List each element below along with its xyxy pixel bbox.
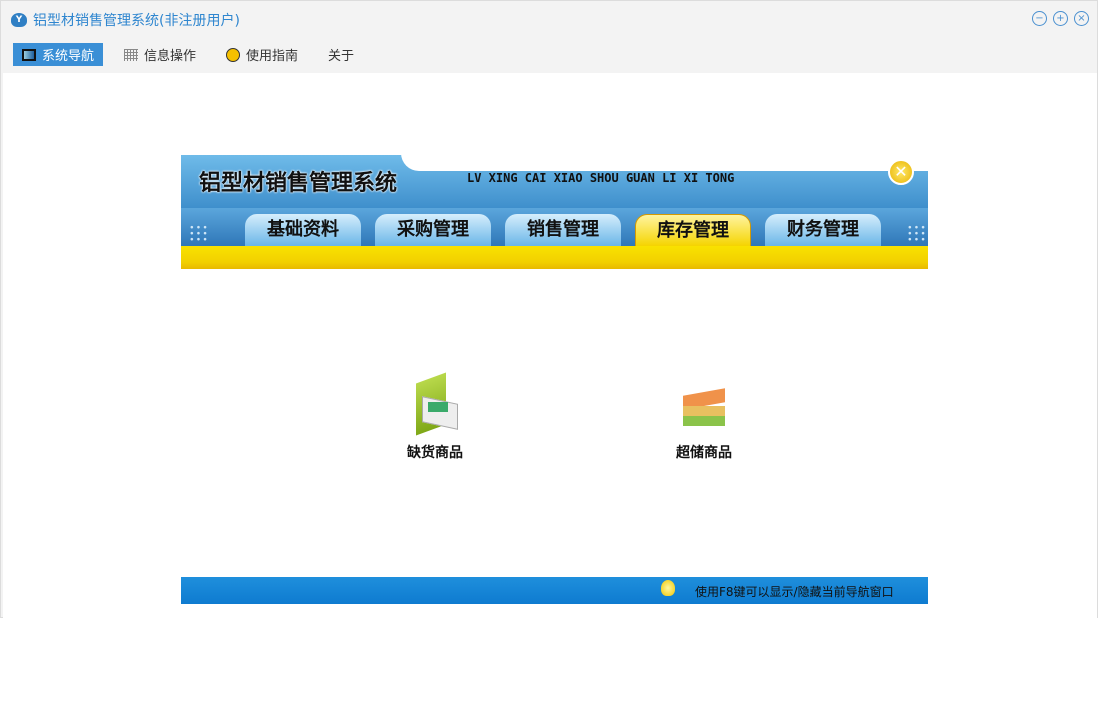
monitor-icon — [22, 48, 36, 61]
banner-title: 铝型材销售管理系统 — [199, 171, 398, 196]
app-window: Y 铝型材销售管理系统(非注册用户) − + × 系统导航 信息操作 使用指南 … — [0, 0, 1098, 618]
help-icon — [226, 47, 241, 62]
f8-tip: 使用F8键可以显示/隐藏当前导航窗口 — [695, 585, 894, 599]
maximize-button[interactable]: + — [1053, 11, 1068, 26]
nav-tabs: 基础资料 采购管理 销售管理 库存管理 财务管理 — [181, 208, 928, 246]
overstock-goods-icon — [679, 386, 729, 434]
tab-finance[interactable]: 财务管理 — [765, 214, 881, 246]
title-bar: Y 铝型材销售管理系统(非注册用户) — [11, 10, 240, 30]
minimize-button[interactable]: − — [1032, 11, 1047, 26]
close-button[interactable]: × — [1074, 11, 1089, 26]
tab-purchase[interactable]: 采购管理 — [375, 214, 491, 246]
banner-close-button[interactable]: ✕ — [888, 159, 914, 185]
menu-system-nav[interactable]: 系统导航 — [13, 43, 104, 66]
nav-banner: 铝型材销售管理系统 LV XING CAI XIAO SHOU GUAN LI … — [181, 153, 941, 269]
lightbulb-icon — [661, 580, 675, 596]
overstock-goods-button[interactable]: 超储商品 — [667, 386, 741, 462]
tab-basic-data[interactable]: 基础资料 — [245, 214, 361, 246]
menu-bar: 系统导航 信息操作 使用指南 关于 — [13, 43, 375, 66]
window-title: 铝型材销售管理系统(非注册用户) — [33, 13, 240, 29]
grid-icon — [124, 48, 139, 61]
tab-sales[interactable]: 销售管理 — [505, 214, 621, 246]
app-logo-icon: Y — [11, 13, 27, 27]
dots-decoration: ∙∙∙ ∙∙∙ ∙∙∙ — [189, 223, 209, 245]
menu-about[interactable]: 关于 — [319, 43, 363, 66]
tab-inventory[interactable]: 库存管理 — [635, 214, 751, 246]
status-footer: 使用F8键可以显示/隐藏当前导航窗口 — [181, 577, 928, 604]
shortage-goods-button[interactable]: 缺货商品 — [398, 372, 472, 462]
dots-decoration: ∙∙∙ ∙∙∙ ∙∙∙ — [907, 223, 927, 245]
menu-info-ops[interactable]: 信息操作 — [115, 43, 205, 66]
yellow-bar — [181, 246, 928, 269]
menu-guide[interactable]: 使用指南 — [217, 43, 307, 66]
banner-pinyin: LV XING CAI XIAO SHOU GUAN LI XI TONG — [467, 171, 735, 185]
shortage-goods-icon — [408, 372, 462, 436]
